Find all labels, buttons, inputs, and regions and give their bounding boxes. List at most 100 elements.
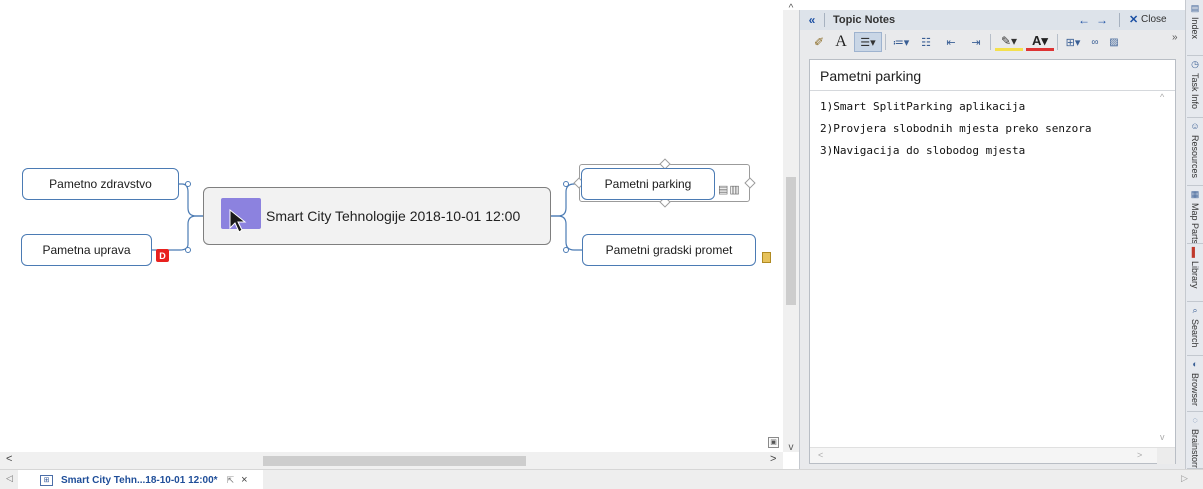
- central-topic[interactable]: Smart City Tehnologije 2018-10-01 12:00: [203, 187, 551, 245]
- side-tab-label: Task Info: [1190, 73, 1200, 110]
- notes-body-text[interactable]: 1)Smart SplitParking aplikacija 2)Provje…: [820, 98, 1092, 164]
- document-tab[interactable]: ⊞ Smart City Tehn...18-10-01 12:00* ⇱ ×: [18, 470, 263, 489]
- side-tab-label: Brainstorm: [1190, 429, 1200, 468]
- tabs-scroll-left-icon[interactable]: ◁: [6, 473, 13, 484]
- toolbar-divider: [1057, 34, 1058, 50]
- mindmap-file-icon: ⊞: [40, 474, 53, 486]
- canvas-horizontal-scrollbar[interactable]: < >: [0, 452, 783, 469]
- connector-promet: [551, 215, 582, 251]
- decrease-indent-icon[interactable]: ⇤: [940, 32, 962, 52]
- notes-editor[interactable]: Pametni parking 1)Smart SplitParking apl…: [809, 59, 1176, 464]
- insert-link-icon[interactable]: ∞: [1087, 32, 1103, 52]
- connector-zdravstvo: [179, 183, 203, 217]
- connector-parking: [551, 183, 581, 217]
- connector-node: [185, 247, 191, 253]
- side-tab-library[interactable]: ▌ Library: [1187, 244, 1203, 302]
- search-icon: ⌕: [1192, 305, 1198, 315]
- bullet-list-icon[interactable]: ☷: [915, 32, 937, 52]
- notes-scroll-right-icon[interactable]: >: [1137, 450, 1142, 460]
- side-tab-label: Browser: [1190, 373, 1200, 407]
- scroll-down-arrow[interactable]: v: [783, 442, 799, 453]
- collapse-panel-icon[interactable]: «: [800, 13, 824, 27]
- notes-formatting-toolbar: ✐ A ☰▾ ≔▾ ☷ ⇤ ⇥ ✎▾ A ▾ ⊞▾ ∞ ▨ »: [800, 30, 1186, 54]
- notes-horizontal-scrollbar[interactable]: < >: [810, 447, 1175, 464]
- pin-tab-icon[interactable]: ⇱: [227, 475, 235, 486]
- font-color-glyph: A: [1032, 33, 1042, 48]
- topic-notes-title: Topic Notes: [833, 14, 896, 26]
- close-tab-icon[interactable]: ×: [241, 474, 247, 486]
- header-divider: [824, 13, 825, 27]
- topic-label: Pametna uprava: [42, 243, 131, 257]
- document-tab-label: Smart City Tehn...18-10-01 12:00*: [61, 474, 218, 486]
- connector-node: [563, 181, 569, 187]
- topic-pametna-uprava[interactable]: Pametna uprava: [21, 234, 152, 266]
- map-parts-icon: ▦: [1190, 189, 1200, 199]
- previous-topic-icon[interactable]: ←: [1078, 13, 1090, 27]
- topic-label: Pametno zdravstvo: [49, 177, 152, 191]
- connector-node: [185, 181, 191, 187]
- d-badge-icon[interactable]: D: [156, 249, 169, 262]
- notes-title-divider: [810, 90, 1175, 91]
- canvas-vertical-scrollbar[interactable]: ^ v: [783, 3, 799, 453]
- insert-table-icon[interactable]: ⊞▾: [1062, 32, 1084, 52]
- map-canvas[interactable]: Pametno zdravstvo Pametna uprava D Smart…: [0, 0, 783, 452]
- task-info-icon: ◷: [1191, 59, 1199, 69]
- central-topic-label: Smart City Tehnologije 2018-10-01 12:00: [266, 208, 521, 224]
- highlight-color-icon[interactable]: ✎▾: [995, 33, 1023, 51]
- connector-uprava: [152, 215, 203, 251]
- fit-map-icon[interactable]: ▣: [768, 437, 779, 448]
- side-tab-label: Index: [1190, 17, 1200, 40]
- scroll-left-arrow[interactable]: <: [6, 453, 12, 465]
- insert-image-icon[interactable]: ▨: [1106, 32, 1122, 52]
- attachment-icon[interactable]: ▤: [718, 184, 729, 196]
- topic-notes-panel: « Topic Notes ← → ✕ Close ✐ A ☰▾ ≔▾ ☷ ⇤ …: [799, 10, 1186, 469]
- scroll-thumb[interactable]: [786, 177, 796, 305]
- align-left-icon[interactable]: ☰▾: [854, 32, 882, 52]
- side-tab-task-info[interactable]: ◷ Task Info: [1187, 56, 1203, 118]
- topic-label: Pametni gradski promet: [605, 243, 733, 257]
- numbered-list-icon[interactable]: ≔▾: [890, 32, 912, 52]
- notes-line[interactable]: 2)Provjera slobodnih mjesta preko senzor…: [820, 120, 1092, 142]
- close-panel-icon[interactable]: ✕: [1129, 13, 1138, 26]
- side-tab-browser[interactable]: ◐ Browser: [1187, 356, 1203, 412]
- side-tab-label: Search: [1190, 319, 1200, 348]
- side-tab-index[interactable]: ▤ Index: [1187, 0, 1203, 56]
- topic-notes-header: « Topic Notes ← → ✕ Close: [800, 10, 1186, 30]
- notes-icon[interactable]: ▥: [729, 184, 740, 196]
- next-topic-icon[interactable]: →: [1096, 13, 1108, 27]
- scroll-up-arrow[interactable]: ^: [783, 3, 799, 14]
- notes-line[interactable]: 1)Smart SplitParking aplikacija: [820, 98, 1092, 120]
- increase-indent-icon[interactable]: ⇥: [965, 32, 987, 52]
- scroll-right-arrow[interactable]: >: [770, 453, 776, 465]
- toolbar-divider: [885, 34, 886, 50]
- header-divider: [1119, 13, 1120, 27]
- side-tab-label: Map Parts: [1190, 203, 1200, 243]
- side-tab-label: Resources: [1190, 135, 1200, 179]
- connector-node: [563, 247, 569, 253]
- notes-line[interactable]: 3)Navigacija do slobodog mjesta: [820, 142, 1092, 164]
- font-icon[interactable]: A: [831, 32, 851, 52]
- note-icon[interactable]: [762, 252, 771, 263]
- brainstorm-icon: ◌: [1192, 415, 1198, 425]
- topic-pametno-zdravstvo[interactable]: Pametno zdravstvo: [22, 168, 179, 200]
- document-tab-bar: ◁ ⊞ Smart City Tehn...18-10-01 12:00* ⇱ …: [0, 469, 1203, 489]
- notes-scroll-up-icon[interactable]: ^: [1160, 92, 1164, 102]
- topic-pametni-gradski-promet[interactable]: Pametni gradski promet: [582, 234, 756, 266]
- side-tab-search[interactable]: ⌕ Search: [1187, 302, 1203, 356]
- close-panel-button[interactable]: Close: [1141, 14, 1167, 25]
- scroll-thumb[interactable]: [263, 456, 526, 466]
- topic-label: Pametni parking: [604, 177, 692, 191]
- topic-pametni-parking[interactable]: Pametni parking: [581, 168, 715, 200]
- resources-icon: ☺: [1190, 121, 1200, 131]
- tabs-scroll-right-icon[interactable]: ▷: [1181, 473, 1188, 484]
- toolbar-overflow-icon[interactable]: »: [1172, 32, 1178, 43]
- format-painter-icon[interactable]: ✐: [810, 32, 828, 52]
- browser-icon: ◐: [1192, 359, 1198, 369]
- notes-scroll-down-icon[interactable]: v: [1160, 432, 1165, 442]
- library-icon: ▌: [1191, 247, 1199, 257]
- side-tab-resources[interactable]: ☺ Resources: [1187, 118, 1203, 186]
- side-tab-brainstorm[interactable]: ◌ Brainstorm: [1187, 412, 1203, 469]
- side-tab-map-parts[interactable]: ▦ Map Parts: [1187, 186, 1203, 244]
- notes-scroll-left-icon[interactable]: <: [818, 450, 823, 460]
- font-color-icon[interactable]: A ▾: [1026, 33, 1054, 51]
